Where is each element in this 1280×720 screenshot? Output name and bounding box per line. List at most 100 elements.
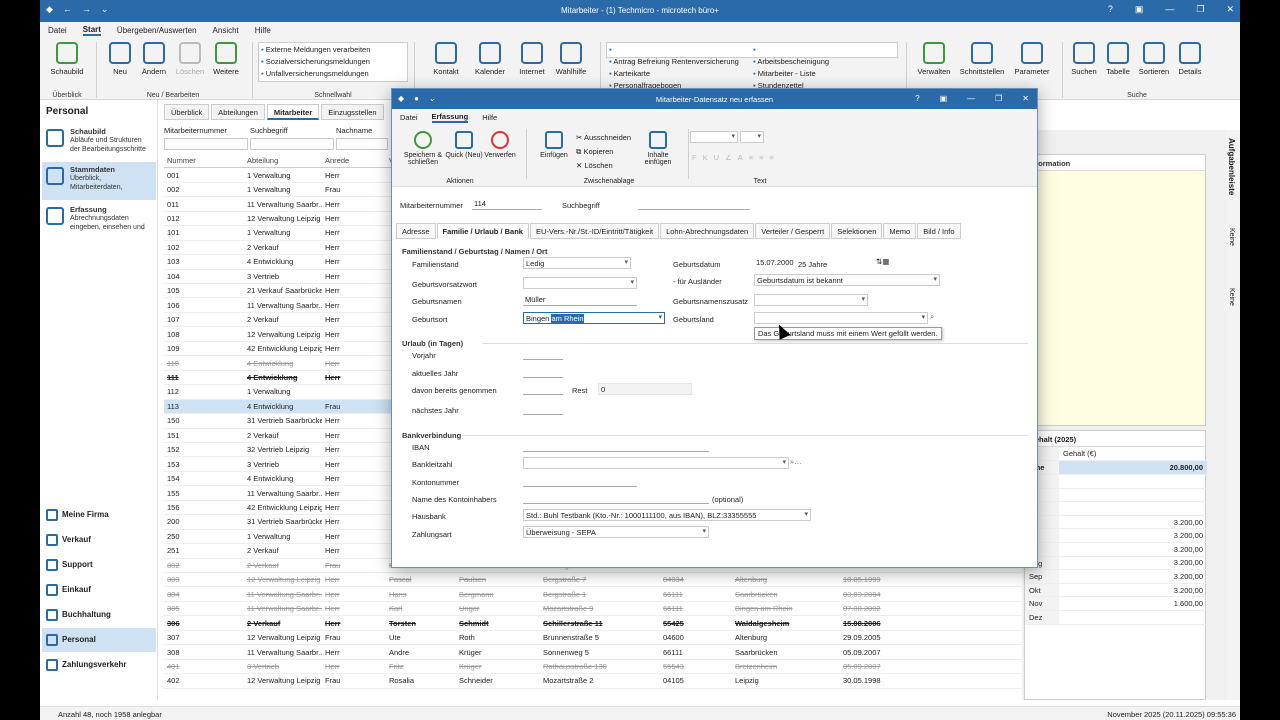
- internet-button[interactable]: Internet: [512, 42, 552, 76]
- table-row[interactable]: 402 12 Verwaltung Leipzig Frau Rosalia Schne…: [164, 674, 1022, 689]
- nav-erfassung[interactable]: Erfassung Abrechnungsdaten eingeben, eins…: [42, 202, 156, 235]
- print-item[interactable]: Arbeitsbescheinigung: [753, 56, 893, 68]
- table-row[interactable]: 303 12 Verwaltung Leipzig Herr Pascal Paulse…: [164, 573, 1022, 588]
- close-icon[interactable]: ✕: [1022, 94, 1029, 103]
- namenszusatz-select[interactable]: [754, 294, 868, 306]
- dialog-menu-datei[interactable]: Datei: [400, 113, 418, 122]
- table-row[interactable]: 304 11 Verwaltung Saarbr... Herr Hans Bergma…: [164, 588, 1022, 602]
- nr-input[interactable]: 114: [472, 198, 542, 210]
- table-row[interactable]: 308 11 Verwaltung Saarbr... Herr Andre Krüge…: [164, 645, 1022, 660]
- blz-input[interactable]: [523, 457, 789, 469]
- sortieren-button[interactable]: Sortieren: [1134, 42, 1174, 76]
- tab-abteilungen[interactable]: Abteilungen: [211, 104, 265, 120]
- date-picker-icon[interactable]: ⇅▦: [876, 257, 889, 266]
- filter-name-input[interactable]: [336, 138, 388, 150]
- geburtsort-input[interactable]: Bingen am Rhein: [523, 312, 665, 324]
- help-icon[interactable]: ?: [1108, 4, 1113, 15]
- menu-hilfe[interactable]: Hilfe: [255, 26, 271, 35]
- close-icon[interactable]: ✕: [1226, 4, 1234, 15]
- details-button[interactable]: Details: [1170, 42, 1210, 76]
- suchbegriff-input[interactable]: [638, 198, 750, 210]
- tab-selektionen[interactable]: Selektionen: [831, 223, 883, 239]
- save-close-button[interactable]: Speichern & schließen: [402, 131, 444, 166]
- copy-button[interactable]: ⧉ Kopieren: [576, 147, 613, 157]
- size-select[interactable]: [740, 131, 764, 143]
- kontakt-button[interactable]: Kontakt: [426, 42, 466, 76]
- dialog-menu-erfassung[interactable]: Erfassung: [431, 112, 469, 123]
- nav-zahlungsverkehr[interactable]: Zahlungsverkehr: [42, 653, 156, 677]
- tab-eu-vers[interactable]: EU-Vers.-Nr./St.-ID/Eintritt/Tätigkeit: [529, 223, 660, 239]
- tabelle-button[interactable]: Tabelle: [1098, 42, 1138, 76]
- task-keine-1[interactable]: Keine: [1228, 228, 1235, 246]
- menu-start[interactable]: Start: [82, 25, 101, 36]
- print-item[interactable]: Antrag Befreiung Rentenversicherung: [609, 56, 749, 68]
- naechstes-jahr-input[interactable]: [523, 403, 563, 415]
- nav-einkauf[interactable]: Einkauf: [42, 578, 156, 602]
- schaubild-button[interactable]: Schaubild: [47, 42, 87, 76]
- nav-meine-firma[interactable]: Meine Firma: [42, 503, 156, 527]
- nav-personal[interactable]: Personal: [42, 628, 156, 652]
- tab-verteiler[interactable]: Verteiler / Gesperrt: [755, 223, 831, 239]
- nav-schaubild[interactable]: Schaubild Abläufe und Strukturen der Bear…: [42, 124, 156, 157]
- familienstand-select[interactable]: Ledig: [523, 257, 631, 269]
- filter-such-input[interactable]: [250, 138, 334, 150]
- loeschen-button[interactable]: Löschen: [170, 42, 210, 76]
- table-row[interactable]: 307 12 Verwaltung Leipzig Frau Ute Roth Brunn…: [164, 631, 1022, 646]
- format-buttons[interactable]: FKU∠A≡≡≡: [692, 153, 780, 162]
- tab-einzugsstellen[interactable]: Einzugsstellen: [321, 104, 384, 120]
- menu-ansicht[interactable]: Ansicht: [213, 26, 239, 35]
- restore-icon[interactable]: ▣: [1135, 4, 1144, 15]
- tab-lohn[interactable]: Lohn-Abrechnungsdaten: [660, 223, 755, 239]
- blz-search-icon[interactable]: ⌕…: [790, 457, 802, 467]
- tab-bild[interactable]: Bild / Info: [917, 223, 961, 239]
- maximize-icon[interactable]: ❐: [995, 94, 1002, 103]
- table-row[interactable]: 306 2 Verkauf Herr Torsten Schmidt Schillerst…: [164, 616, 1022, 631]
- filter-nr-input[interactable]: [164, 138, 248, 150]
- geburtsname-input[interactable]: Müller: [523, 294, 637, 306]
- table-row[interactable]: 305 11 Verwaltung Saarbr... Herr Karl Unger M…: [164, 602, 1022, 617]
- print-item[interactable]: Karteikarte: [609, 68, 749, 80]
- search-icon[interactable]: ⌕: [930, 312, 934, 322]
- minimize-icon[interactable]: —: [1165, 4, 1174, 15]
- nav-buchhaltung[interactable]: Buchhaltung: [42, 603, 156, 627]
- help-icon[interactable]: ?: [915, 94, 919, 103]
- schnellwahl-item[interactable]: Unfallversicherungsmeldungen: [261, 68, 405, 80]
- quick-new-button[interactable]: Quick (Neu): [444, 131, 484, 159]
- auslaender-select[interactable]: Geburtsdatum ist bekannt: [754, 274, 940, 286]
- nav-support[interactable]: Support: [42, 553, 156, 577]
- menu-uebergeben[interactable]: Übergeben/Auswerten: [117, 26, 197, 35]
- print-item[interactable]: Mitarbeiter - Liste: [753, 68, 893, 80]
- iban-input[interactable]: [523, 440, 709, 452]
- tab-memo[interactable]: Memo: [883, 223, 917, 239]
- discard-button[interactable]: Verwerfen: [480, 131, 520, 159]
- aktuelles-jahr-input[interactable]: [523, 366, 563, 378]
- aendern-button[interactable]: Ändern: [134, 42, 174, 76]
- konto-input[interactable]: [523, 475, 637, 487]
- wahlhilfe-button[interactable]: Wahlhilfe: [551, 42, 591, 76]
- tab-adresse[interactable]: Adresse: [396, 223, 436, 239]
- hausbank-select[interactable]: Std.: Buhl Testbank (Kto.-Nr.: 100011110…: [523, 509, 811, 521]
- task-keine-2[interactable]: Keine: [1228, 288, 1235, 306]
- nav-verkauf[interactable]: Verkauf: [42, 528, 156, 552]
- schnellwahl-item[interactable]: Externe Meldungen verarbeiten: [261, 44, 405, 56]
- zahlungsart-select[interactable]: Überweisung - SEPA: [523, 526, 709, 538]
- menu-datei[interactable]: Datei: [48, 26, 67, 35]
- kalender-button[interactable]: Kalender: [470, 42, 510, 76]
- verwalten-button[interactable]: Verwalten: [914, 42, 954, 76]
- table-row[interactable]: 401 3 Vertrieb Herr Fritz Krüger Rathausstraß…: [164, 660, 1022, 675]
- nav-stammdaten[interactable]: Stammdaten Überblick, Mitarbeiterdaten,: [42, 162, 156, 200]
- geburtsdatum-input[interactable]: 15.07.2000: [754, 257, 798, 269]
- vorsatz-select[interactable]: [523, 277, 637, 289]
- inhaber-input[interactable]: [523, 492, 709, 504]
- insert-content-button[interactable]: Inhalte einfügen: [636, 131, 680, 166]
- weitere-button[interactable]: Weitere: [206, 42, 246, 76]
- genommen-input[interactable]: [523, 383, 563, 395]
- minimize-icon[interactable]: —: [967, 94, 975, 103]
- restore-icon[interactable]: ▣: [940, 94, 948, 103]
- parameter-button[interactable]: Parameter: [1012, 42, 1052, 76]
- tab-familie[interactable]: Familie / Urlaub / Bank: [436, 223, 529, 239]
- paste-button[interactable]: Einfügen: [534, 131, 574, 159]
- dialog-menu-hilfe[interactable]: Hilfe: [482, 113, 497, 122]
- font-select[interactable]: [690, 131, 738, 143]
- schnittstellen-button[interactable]: Schnittstellen: [958, 42, 1006, 76]
